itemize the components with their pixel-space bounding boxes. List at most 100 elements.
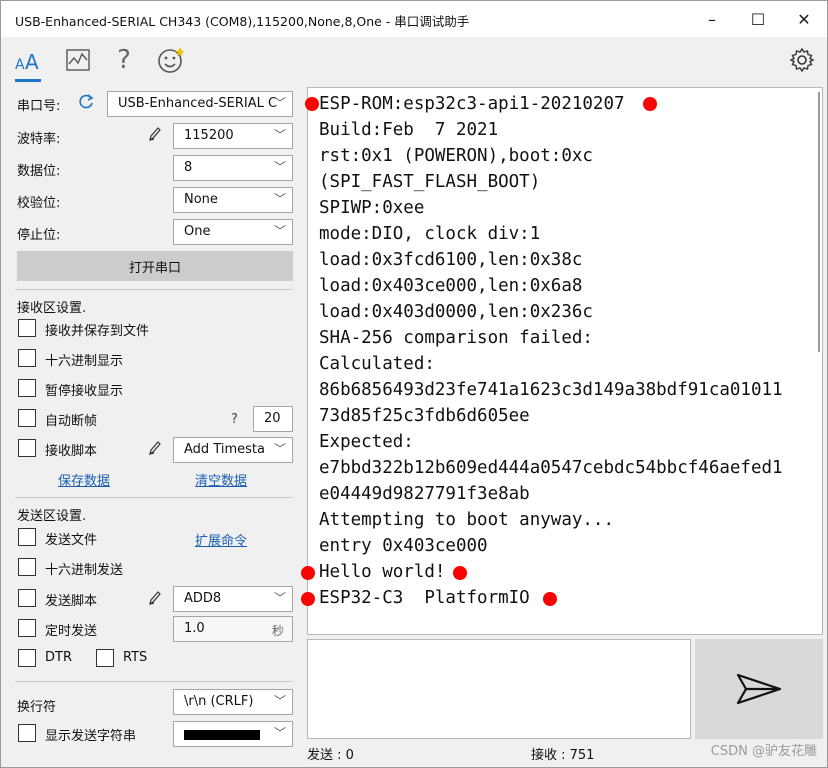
- auto-frame-checkbox[interactable]: [18, 409, 36, 427]
- receive-script-select[interactable]: Add Timesta ﹀: [173, 437, 293, 463]
- marker-dot: [543, 592, 557, 606]
- edit-pen-icon[interactable]: [147, 439, 163, 461]
- databits-select[interactable]: 8 ﹀: [173, 155, 293, 181]
- send-script-checkbox[interactable]: [18, 589, 36, 607]
- receive-script-label: 接收脚本: [45, 444, 98, 459]
- chevron-down-icon: ﹀: [273, 128, 286, 142]
- chevron-down-icon: ﹀: [273, 224, 286, 238]
- receive-line: SHA-256 comparison failed:: [319, 328, 593, 348]
- baud-label: 波特率:: [17, 132, 61, 147]
- parity-select[interactable]: None ﹀: [173, 187, 293, 213]
- send-button[interactable]: [695, 639, 823, 739]
- rts-checkbox[interactable]: [96, 649, 114, 667]
- receive-line: ESP-ROM:esp32c3-api1-20210207: [319, 94, 625, 114]
- edit-pen-icon[interactable]: [147, 589, 163, 611]
- receive-script-checkbox[interactable]: [18, 439, 36, 457]
- receive-line: Attempting to boot anyway...: [319, 510, 615, 530]
- parity-label: 校验位:: [17, 196, 61, 211]
- receive-line: Expected:: [319, 432, 414, 452]
- stopbits-select[interactable]: One ﹀: [173, 219, 293, 245]
- send-script-label: 发送脚本: [45, 594, 98, 609]
- divider: [15, 497, 293, 498]
- frame-timeout-input[interactable]: 20: [253, 406, 293, 432]
- open-port-button[interactable]: 打开串口: [17, 251, 293, 281]
- receive-line: (SPI_FAST_FLASH_BOOT): [319, 172, 541, 192]
- hex-send-checkbox[interactable]: [18, 558, 36, 576]
- hex-display-label: 十六进制显示: [45, 354, 124, 369]
- port-select[interactable]: USB-Enhanced-SERIAL C ﹀: [107, 91, 293, 117]
- send-script-select[interactable]: ADD8 ﹀: [173, 586, 293, 612]
- timed-interval-input[interactable]: 1.0 秒: [173, 616, 293, 642]
- scrollbar-thumb[interactable]: [818, 92, 820, 352]
- auto-frame-label: 自动断帧: [45, 414, 98, 429]
- send-textarea[interactable]: [307, 639, 691, 739]
- timed-unit: 秒: [271, 624, 284, 638]
- receive-line: e04449d9827791f3e8ab: [319, 484, 530, 504]
- svg-text:A: A: [15, 57, 25, 73]
- pause-display-label: 暂停接收显示: [45, 384, 124, 399]
- chevron-down-icon: ﹀: [273, 160, 286, 174]
- marker-dot: [453, 566, 467, 580]
- received-count: 接收 : 751: [531, 748, 595, 763]
- color-select[interactable]: ﹀: [173, 721, 293, 747]
- chart-icon[interactable]: [63, 45, 93, 75]
- receive-line: 73d85f25c3fdb6d605ee: [319, 406, 530, 426]
- clear-data-link[interactable]: 清空数据: [195, 470, 247, 489]
- toolbar: A A ?: [1, 37, 827, 83]
- chevron-down-icon: ﹀: [273, 591, 286, 605]
- databits-label: 数据位:: [17, 164, 61, 179]
- port-select-value: USB-Enhanced-SERIAL C: [118, 96, 278, 111]
- port-label: 串口号:: [17, 99, 61, 114]
- receive-line: 86b6856493d23fe741a1623c3d149a38bdf91ca0…: [319, 380, 783, 400]
- send-file-checkbox[interactable]: [18, 528, 36, 546]
- hex-display-checkbox[interactable]: [18, 349, 36, 367]
- send-icon: [736, 673, 782, 705]
- timed-send-checkbox[interactable]: [18, 619, 36, 637]
- marker-dot: [301, 592, 315, 606]
- font-icon[interactable]: A A: [13, 45, 43, 75]
- newline-select[interactable]: \r\n (CRLF) ﹀: [173, 689, 293, 715]
- frame-timeout-value: 20: [264, 411, 281, 426]
- receive-line: rst:0x1 (POWERON),boot:0xc: [319, 146, 593, 166]
- receive-line: load:0x403ce000,len:0x6a8: [319, 276, 583, 296]
- refresh-icon[interactable]: [77, 93, 95, 115]
- stopbits-label: 停止位:: [17, 228, 61, 243]
- chevron-down-icon: ﹀: [273, 96, 286, 110]
- receive-scrollbar[interactable]: [814, 88, 822, 634]
- newline-label: 换行符: [17, 700, 57, 715]
- receive-line: Calculated:: [319, 354, 435, 374]
- divider: [15, 289, 293, 290]
- dtr-checkbox[interactable]: [18, 649, 36, 667]
- rts-label: RTS: [123, 650, 148, 665]
- show-send-label: 显示发送字符串: [45, 729, 137, 744]
- edit-pen-icon[interactable]: [147, 125, 163, 147]
- color-swatch: [184, 730, 260, 740]
- marker-dot: [301, 566, 315, 580]
- sent-count: 发送 : 0: [307, 748, 354, 763]
- svg-text:A: A: [25, 50, 39, 73]
- chevron-down-icon: ﹀: [273, 726, 286, 740]
- save-data-link[interactable]: 保存数据: [58, 470, 110, 489]
- baud-select[interactable]: 115200 ﹀: [173, 123, 293, 149]
- smiley-icon[interactable]: [156, 45, 186, 75]
- receive-settings-title: 接收区设置.: [17, 301, 87, 316]
- chevron-down-icon: ﹀: [273, 694, 286, 708]
- minimize-button[interactable]: –: [689, 1, 735, 37]
- dtr-label: DTR: [45, 650, 72, 665]
- frame-help-icon[interactable]: ?: [231, 412, 238, 427]
- pause-display-checkbox[interactable]: [18, 379, 36, 397]
- save-to-file-checkbox[interactable]: [18, 319, 36, 337]
- close-button[interactable]: ✕: [781, 1, 827, 37]
- marker-dot: [643, 97, 657, 111]
- receive-line: Hello world!: [319, 562, 446, 582]
- chevron-down-icon: ﹀: [273, 192, 286, 206]
- receive-line: load:0x3fcd6100,len:0x38c: [319, 250, 583, 270]
- receive-textarea[interactable]: ESP-ROM:esp32c3-api1-20210207 Build:Feb …: [301, 87, 823, 635]
- help-icon[interactable]: ?: [109, 45, 139, 75]
- maximize-button[interactable]: ☐: [735, 1, 781, 37]
- show-send-checkbox[interactable]: [18, 724, 36, 742]
- extend-command-link[interactable]: 扩展命令: [195, 530, 247, 549]
- gear-icon[interactable]: [787, 45, 817, 75]
- divider: [15, 681, 293, 682]
- receive-line: load:0x403d0000,len:0x236c: [319, 302, 593, 322]
